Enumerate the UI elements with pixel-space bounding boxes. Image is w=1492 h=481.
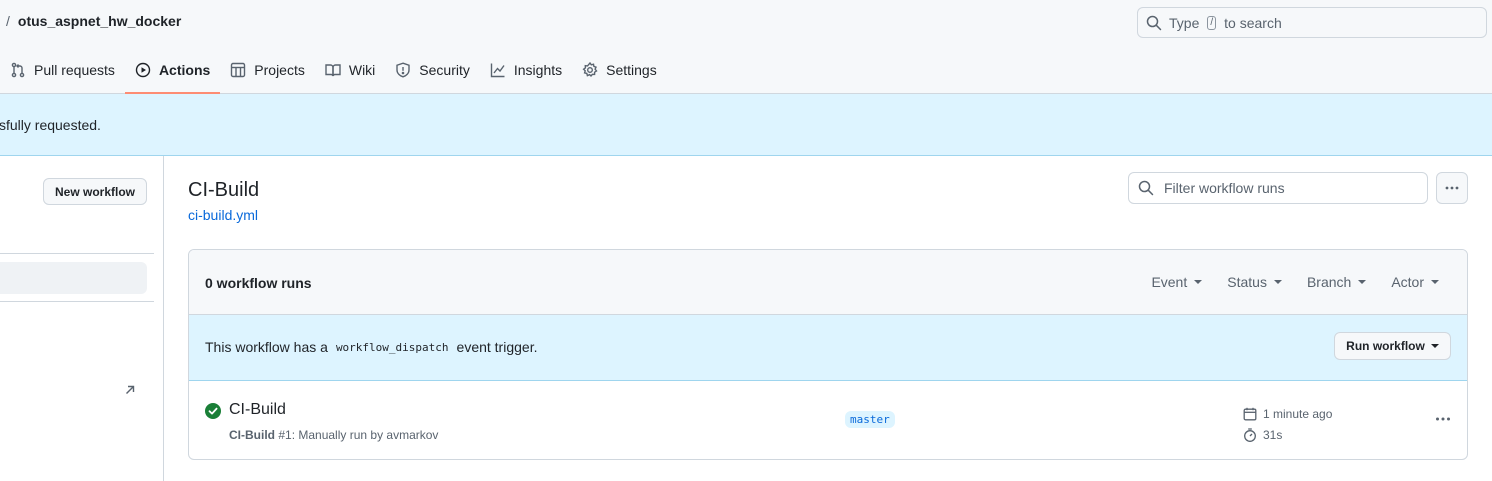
table-icon xyxy=(231,62,246,78)
play-circle-icon xyxy=(135,62,151,78)
filter-label: Event xyxy=(1151,274,1188,290)
filter-label: Actor xyxy=(1391,274,1424,290)
new-workflow-button[interactable]: New workflow xyxy=(43,178,147,205)
tab-projects[interactable]: Projects xyxy=(220,50,315,90)
workflow-run-row[interactable]: CI-Build CI-Build #1: Manually run by av… xyxy=(189,381,1467,459)
run-workflow-label: Run workflow xyxy=(1346,339,1425,353)
tab-actions[interactable]: Actions xyxy=(124,50,221,94)
filter-placeholder: Filter workflow runs xyxy=(1164,180,1285,196)
tab-label: Actions xyxy=(158,62,211,78)
filter-workflow-runs-input[interactable]: Filter workflow runs xyxy=(1128,172,1428,204)
search-icon xyxy=(1138,180,1154,196)
tab-label: Settings xyxy=(606,62,657,78)
workflow-runs-box: 0 workflow runs Event Status Branch Acto… xyxy=(188,249,1468,460)
graph-icon xyxy=(490,63,505,78)
filter-event-dropdown[interactable]: Event xyxy=(1151,274,1203,290)
workflow-menu-button[interactable] xyxy=(1436,172,1468,204)
run-workflow-name: CI-Build xyxy=(229,428,275,442)
filter-actor-dropdown[interactable]: Actor xyxy=(1391,274,1439,290)
breadcrumb: / otus_aspnet_hw_docker xyxy=(6,13,181,29)
stopwatch-icon xyxy=(1244,427,1256,442)
filter-label: Branch xyxy=(1306,274,1352,290)
runs-filters: Event Status Branch Actor xyxy=(1151,274,1439,290)
kebab-horizontal-icon[interactable] xyxy=(1435,411,1451,427)
book-icon xyxy=(325,64,341,77)
chevron-down-icon xyxy=(1430,344,1439,348)
chevron-down-icon xyxy=(1273,280,1282,284)
tab-label: Pull requests xyxy=(34,62,115,78)
search-icon xyxy=(1146,15,1162,30)
tab-pull-requests[interactable]: Pull requests xyxy=(0,50,125,90)
run-time-label: 1 minute ago xyxy=(1263,406,1333,421)
dispatch-text: This workflow has a workflow_dispatch ev… xyxy=(205,339,537,355)
sidebar-item-selected[interactable] xyxy=(0,262,147,294)
dispatch-text-after: event trigger. xyxy=(456,339,538,355)
filter-label: Status xyxy=(1227,274,1267,290)
repo-header: / otus_aspnet_hw_docker Type / to search… xyxy=(0,0,1492,94)
search-shortcut-key: / xyxy=(1207,15,1217,30)
flash-notice: sfully requested. xyxy=(0,94,1492,156)
run-subtitle: CI-Build #1: Manually run by avmarkov xyxy=(229,428,438,442)
runs-box-header: 0 workflow runs Event Status Branch Acto… xyxy=(189,250,1467,315)
search-input[interactable]: Type / to search xyxy=(1137,7,1487,38)
run-time: 1 minute ago xyxy=(1243,403,1332,424)
check-circle-icon xyxy=(205,403,221,419)
tab-label: Wiki xyxy=(348,62,376,78)
flash-message: sfully requested. xyxy=(0,116,101,133)
breadcrumb-separator: / xyxy=(6,13,10,29)
run-meta: 1 minute ago 31s xyxy=(1243,403,1332,445)
branch-label[interactable]: master xyxy=(845,411,895,428)
filter-branch-dropdown[interactable]: Branch xyxy=(1306,274,1367,290)
workflows-sidebar: New workflow xyxy=(0,156,164,481)
kebab-horizontal-icon xyxy=(1445,186,1459,190)
gear-icon xyxy=(582,62,598,78)
tab-settings[interactable]: Settings xyxy=(572,50,667,90)
dispatch-trigger-banner: This workflow has a workflow_dispatch ev… xyxy=(189,315,1467,381)
tab-wiki[interactable]: Wiki xyxy=(315,50,385,90)
run-title-link[interactable]: CI-Build xyxy=(229,401,286,419)
run-workflow-button[interactable]: Run workflow xyxy=(1334,332,1451,360)
calendar-icon xyxy=(1243,407,1257,420)
filter-status-dropdown[interactable]: Status xyxy=(1227,274,1282,290)
repo-tabs: Pull requests Actions Projects Wiki Secu… xyxy=(0,50,667,94)
shield-icon xyxy=(396,62,410,78)
search-placeholder-suffix: to search xyxy=(1224,14,1282,31)
chevron-down-icon xyxy=(1358,280,1367,284)
repo-name-link[interactable]: otus_aspnet_hw_docker xyxy=(18,13,181,29)
tab-label: Security xyxy=(419,62,470,78)
workflow-file-link[interactable]: ci-build.yml xyxy=(188,207,258,223)
runs-count: 0 workflow runs xyxy=(205,275,312,291)
git-pull-request-icon xyxy=(11,62,25,78)
page-title: CI-Build xyxy=(188,179,260,201)
search-placeholder-prefix: Type xyxy=(1169,14,1200,31)
chevron-down-icon xyxy=(1194,280,1203,284)
dispatch-event-code: workflow_dispatch xyxy=(335,340,449,354)
dispatch-text-before: This workflow has a xyxy=(205,339,328,355)
tab-insights[interactable]: Insights xyxy=(480,50,572,90)
tab-security[interactable]: Security xyxy=(385,50,480,90)
sidebar-divider xyxy=(0,301,154,302)
run-duration: 31s xyxy=(1243,424,1332,445)
sidebar-divider xyxy=(0,253,154,254)
chevron-down-icon xyxy=(1431,280,1439,284)
run-duration-label: 31s xyxy=(1263,427,1283,442)
arrow-up-right-icon[interactable] xyxy=(124,384,136,396)
tab-label: Projects xyxy=(254,62,305,78)
tab-label: Insights xyxy=(513,62,563,78)
run-detail: #1: Manually run by avmarkov xyxy=(278,428,439,442)
